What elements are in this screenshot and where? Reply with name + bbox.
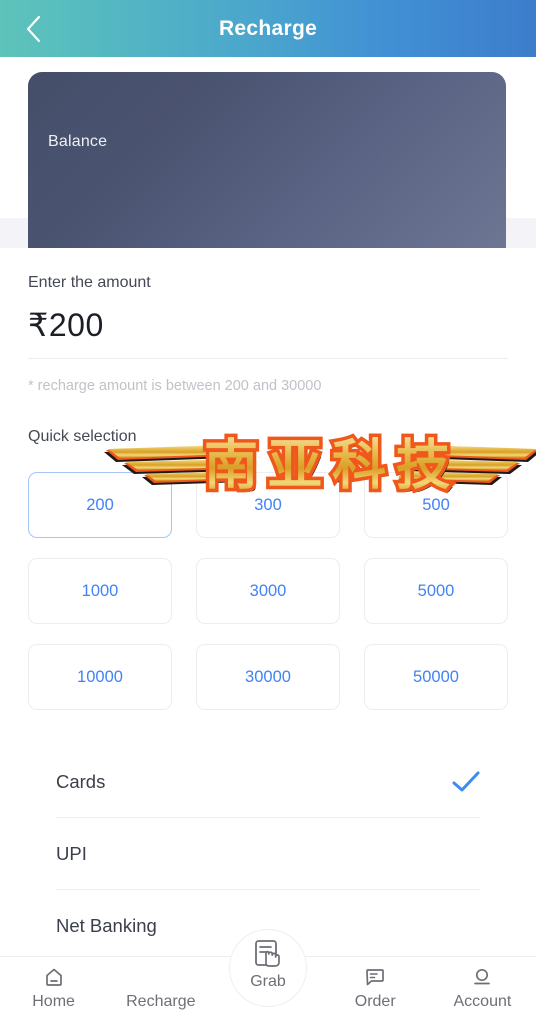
nav-label: Order xyxy=(354,993,396,1010)
quick-amount-button[interactable]: 10000 xyxy=(28,644,172,710)
quick-amount-button[interactable]: 30000 xyxy=(196,644,340,710)
payment-method-label: Net Banking xyxy=(56,915,157,936)
page-title: Recharge xyxy=(218,16,318,40)
quick-amount-button[interactable]: 300 xyxy=(196,472,340,538)
balance-card: Balance xyxy=(28,72,506,248)
quick-selection-label: Quick selection xyxy=(28,428,137,445)
home-icon xyxy=(42,965,66,989)
payment-method-upi[interactable]: UPI xyxy=(56,818,480,890)
nav-label: Recharge xyxy=(126,993,196,1010)
nav-item-grab[interactable]: Grab xyxy=(214,929,321,1007)
check-icon xyxy=(452,771,480,793)
nav-item-order[interactable]: Order xyxy=(322,957,429,1011)
chevron-left-icon xyxy=(23,13,45,45)
amount-section-label: Enter the amount xyxy=(28,274,151,291)
order-doc-icon xyxy=(363,965,387,989)
amount-hint: * recharge amount is between 200 and 300… xyxy=(28,378,322,394)
quick-amount-button[interactable]: 200 xyxy=(28,472,172,538)
nav-item-account[interactable]: Account xyxy=(429,957,536,1011)
app-header: Recharge xyxy=(0,0,536,57)
payment-method-cards[interactable]: Cards xyxy=(56,746,480,818)
quick-amount-button[interactable]: 50000 xyxy=(364,644,508,710)
quick-amount-button[interactable]: 5000 xyxy=(364,558,508,624)
nav-label: Account xyxy=(453,993,512,1010)
bottom-navigation: Home Recharge Grab Order Account xyxy=(0,929,536,1024)
account-person-icon xyxy=(470,965,494,989)
nav-item-recharge[interactable]: Recharge xyxy=(107,957,214,1011)
payment-method-label: UPI xyxy=(56,842,87,864)
balance-label: Balance xyxy=(48,133,108,150)
quick-select-grid: 200 300 500 1000 3000 5000 10000 30000 5… xyxy=(28,472,508,710)
main-content: Enter the amount ₹200 * recharge amount … xyxy=(0,248,536,962)
grab-hand-icon xyxy=(248,940,288,967)
amount-input-value[interactable]: ₹200 xyxy=(28,306,536,344)
quick-amount-button[interactable]: 500 xyxy=(364,472,508,538)
payment-method-label: Cards xyxy=(56,770,106,792)
amount-divider xyxy=(28,358,508,359)
nav-label: Grab xyxy=(250,973,286,990)
recharge-screen: Recharge Balance Enter the amount ₹200 *… xyxy=(0,0,536,1024)
quick-amount-button[interactable]: 3000 xyxy=(196,558,340,624)
nav-label: Home xyxy=(32,993,75,1010)
back-button[interactable] xyxy=(14,9,54,49)
nav-item-home[interactable]: Home xyxy=(0,957,107,1011)
quick-amount-button[interactable]: 1000 xyxy=(28,558,172,624)
